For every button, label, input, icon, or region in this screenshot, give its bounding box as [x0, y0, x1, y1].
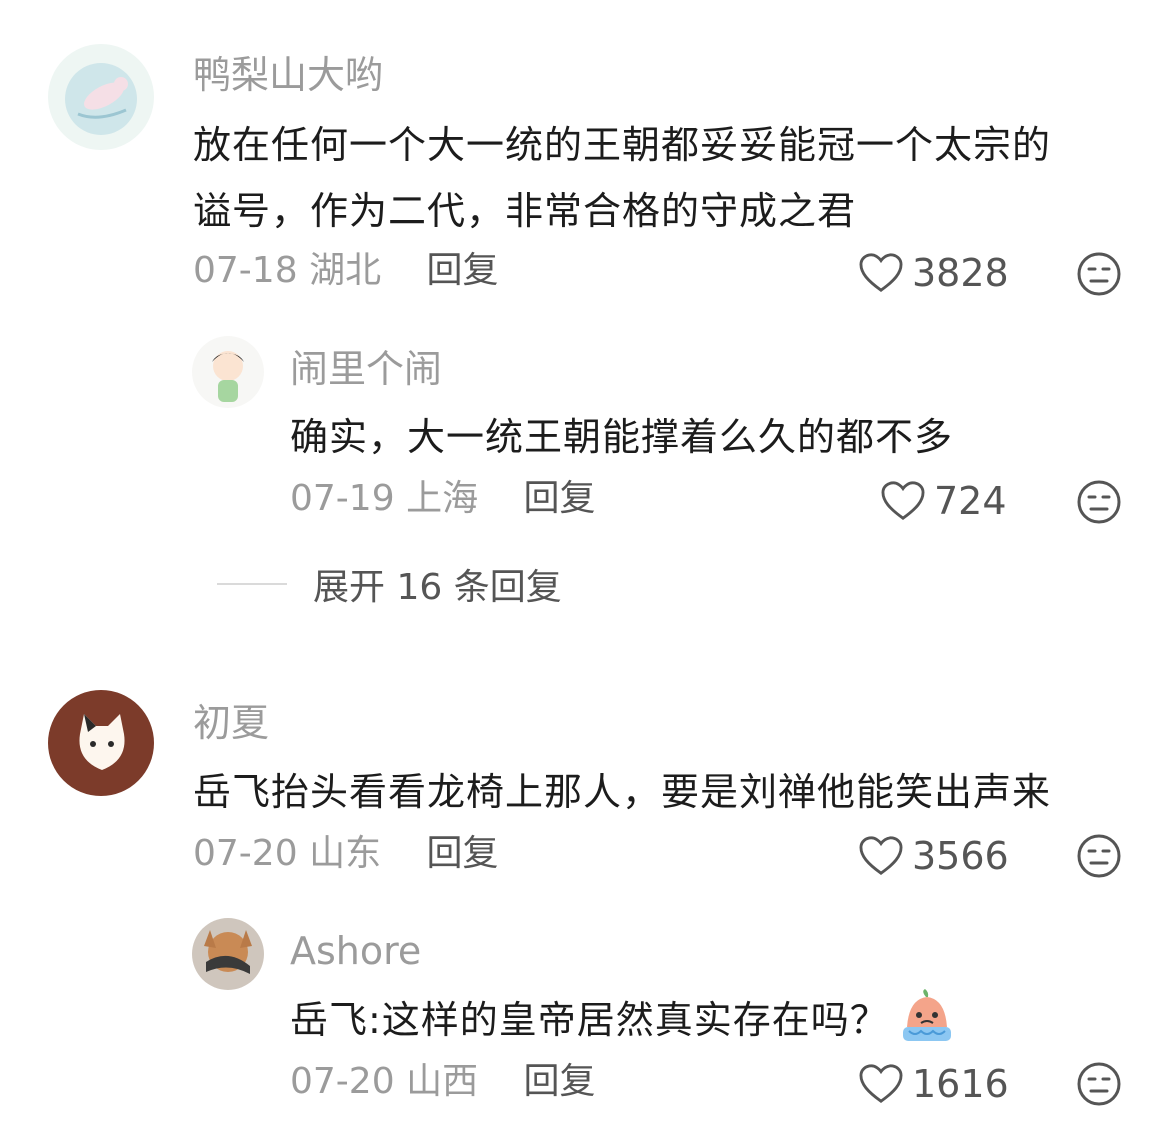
reply-button[interactable]: 回复: [427, 250, 499, 291]
expand-replies-label: 展开 16 条回复: [313, 567, 562, 608]
comment-line: 确实，大一统王朝能撑着么久的都不多: [290, 415, 954, 459]
comment-location: 湖北: [309, 250, 382, 291]
avatar[interactable]: [48, 44, 154, 150]
like-button[interactable]: 3828: [858, 252, 1009, 294]
meh-face-icon[interactable]: [1076, 1061, 1122, 1107]
comment-date: 07-20: [290, 1061, 395, 1102]
avatar[interactable]: [192, 918, 264, 990]
like-count: 3828: [912, 251, 1009, 295]
comment-meta: 07-20 山东 回复: [193, 836, 499, 872]
comment-date: 07-19: [290, 478, 395, 519]
comment-line: 放在任何一个大一统的王朝都妥妥能冠一个太宗的: [193, 123, 1052, 167]
reply-button[interactable]: 回复: [427, 833, 499, 874]
like-count: 724: [934, 479, 1007, 523]
avatar[interactable]: [192, 336, 264, 408]
reply-text: 确实，大一统王朝能撑着么久的都不多: [290, 404, 953, 470]
avatar-dog-image: [192, 918, 264, 990]
comment-text: 岳飞抬头看看龙椅上那人，要是刘禅他能笑出声来: [193, 759, 1051, 825]
crying-peach-emoji: [902, 989, 951, 1041]
username[interactable]: Ashore: [290, 932, 421, 970]
divider-line: [217, 583, 287, 585]
like-button[interactable]: 3566: [858, 835, 1009, 877]
comment-meta: 07-20 山西 回复: [290, 1064, 596, 1100]
comment-line: 谥号，作为二代，非常合格的守成之君: [193, 189, 857, 233]
avatar[interactable]: [48, 690, 154, 796]
heart-outline-icon: [859, 253, 903, 292]
reply-button[interactable]: 回复: [524, 478, 596, 519]
comment-line: 岳飞:这样的皇帝居然真实存在吗？: [290, 987, 955, 1053]
comment-location: 山西: [406, 1061, 479, 1102]
like-button[interactable]: 1616: [858, 1063, 1009, 1105]
like-count: 1616: [912, 1062, 1009, 1106]
expand-replies-button[interactable]: 展开 16 条回复: [217, 558, 562, 610]
username[interactable]: 闹里个闹: [290, 350, 442, 388]
comment-text: 放在任何一个大一统的王朝都妥妥能冠一个太宗的 谥号，作为二代，非常合格的守成之君: [193, 112, 1051, 244]
avatar-pig-image: [48, 44, 154, 150]
reply-text: 岳飞:这样的皇帝居然真实存在吗？: [290, 987, 955, 1053]
username[interactable]: 初夏: [193, 704, 269, 742]
meh-face-icon[interactable]: [1076, 479, 1122, 525]
username[interactable]: 鸭梨山大哟: [193, 56, 383, 94]
meh-face-icon[interactable]: [1076, 833, 1122, 879]
like-button[interactable]: 724: [880, 480, 1007, 522]
reply-button[interactable]: 回复: [524, 1061, 596, 1102]
comment-line: 岳飞抬头看看龙椅上那人，要是刘禅他能笑出声来: [193, 770, 1052, 814]
comment-meta: 07-19 上海 回复: [290, 481, 596, 517]
comment-meta: 07-18 湖北 回复: [193, 253, 499, 289]
heart-outline-icon: [859, 1064, 903, 1103]
meh-face-icon[interactable]: [1076, 251, 1122, 297]
heart-outline-icon: [859, 836, 903, 875]
reply-line-text: 岳飞:这样的皇帝居然真实存在吗？: [290, 998, 889, 1042]
avatar-boy-image: [192, 336, 264, 408]
comment-date: 07-20: [193, 833, 298, 874]
like-count: 3566: [912, 834, 1009, 878]
comment-location: 山东: [309, 833, 382, 874]
heart-outline-icon: [881, 481, 925, 520]
avatar-cat-image: [48, 690, 154, 796]
comment-date: 07-18: [193, 250, 298, 291]
comment-location: 上海: [406, 478, 479, 519]
